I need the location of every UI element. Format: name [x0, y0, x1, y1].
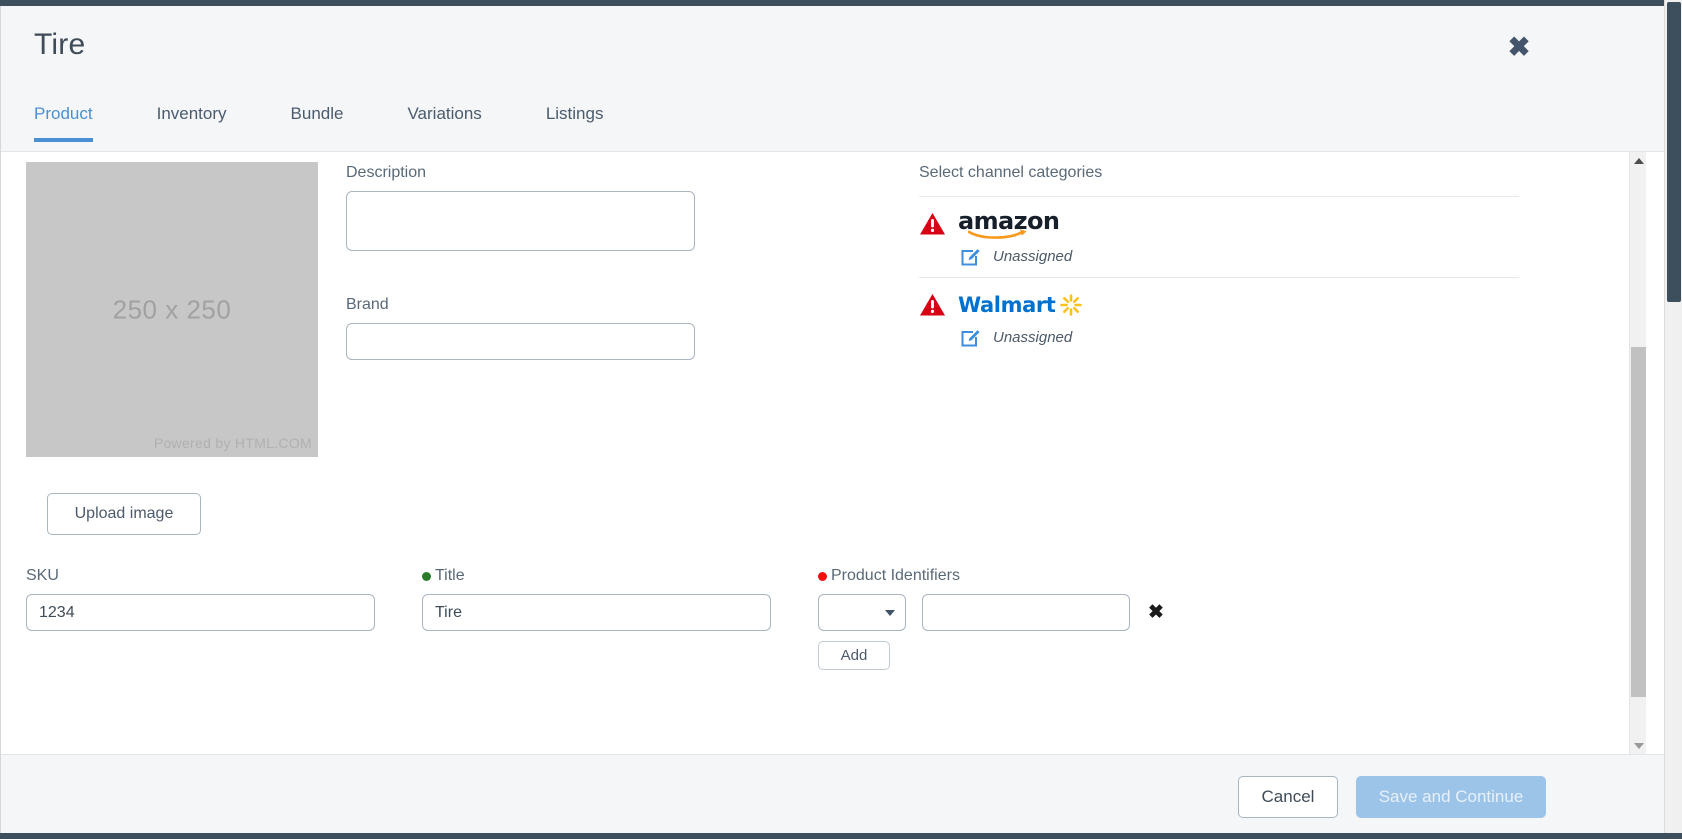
warning-triangle-icon — [920, 213, 945, 235]
title-label-row: Title — [422, 567, 771, 585]
image-placeholder-credit: Powered by HTML.COM — [153, 435, 312, 451]
channel-row-walmart: Walmart Unassigned — [919, 277, 1519, 358]
tab-variations[interactable]: Variations — [407, 90, 481, 124]
cancel-button[interactable]: Cancel — [1238, 776, 1338, 818]
modal-footer: Cancel Save and Continue — [1, 754, 1664, 839]
triangle-down-icon — [1633, 742, 1644, 749]
description-input[interactable] — [346, 191, 695, 251]
amazon-wordmark: amazon — [958, 206, 1060, 235]
channel-row-amazon: amazon Unassigned — [919, 196, 1519, 277]
upload-image-button[interactable]: Upload image — [47, 493, 201, 535]
remove-identifier-icon[interactable]: ✖ — [1148, 603, 1164, 622]
walmart-spark-icon — [1060, 294, 1083, 316]
edit-icon[interactable] — [960, 246, 981, 267]
channel-assignment-line: Unassigned — [960, 327, 1519, 348]
description-brand-column: Description Brand — [346, 164, 706, 360]
brand-input[interactable] — [346, 323, 695, 360]
form-area: 250 x 250 Powered by HTML.COM Upload ima… — [1, 152, 1646, 754]
channel-categories-heading: Select channel categories — [919, 164, 1103, 181]
scrollbar-thumb[interactable] — [1631, 347, 1646, 697]
sku-field-group: SKU — [26, 567, 375, 631]
walmart-logo: Walmart — [958, 293, 1083, 317]
channel-categories-panel: Select channel categories amazon Unassig… — [919, 164, 1519, 358]
title-label: Title — [435, 567, 465, 584]
chevron-down-icon — [885, 609, 895, 616]
product-identifier-row: ✖ — [818, 594, 1164, 631]
tab-bundle[interactable]: Bundle — [291, 90, 344, 124]
product-identifiers-group: Product Identifiers ✖ Add — [818, 567, 1164, 670]
triangle-up-icon — [1633, 157, 1644, 164]
scroll-down-arrow-icon[interactable] — [1630, 737, 1647, 754]
product-image-column: 250 x 250 Powered by HTML.COM Upload ima… — [26, 162, 318, 535]
channel-logo-line: Walmart — [919, 290, 1519, 320]
required-dot-icon — [818, 571, 827, 581]
sku-input[interactable] — [26, 594, 375, 631]
product-identifiers-label-row: Product Identifiers — [818, 567, 1164, 585]
description-label: Description — [346, 164, 427, 181]
channel-assignment-line: Unassigned — [960, 246, 1519, 267]
browser-scrollbar-thumb[interactable] — [1667, 2, 1681, 302]
identifier-type-select[interactable] — [818, 594, 906, 631]
modal-header: Tire ✖ — [1, 6, 1664, 90]
browser-bottom-strip — [0, 833, 1682, 839]
product-image-placeholder: 250 x 250 Powered by HTML.COM — [26, 162, 318, 457]
image-placeholder-label: 250 x 250 — [112, 294, 232, 324]
channel-status-walmart: Unassigned — [993, 329, 1073, 346]
page-title: Tire — [34, 28, 86, 61]
tab-listings[interactable]: Listings — [546, 90, 604, 124]
amazon-logo: amazon — [958, 206, 1060, 239]
tab-product[interactable]: Product — [34, 90, 93, 142]
identifier-value-input[interactable] — [922, 594, 1130, 631]
modal-body: 250 x 250 Powered by HTML.COM Upload ima… — [1, 152, 1664, 754]
product-modal: Tire ✖ Product Inventory Bundle Variatio… — [0, 6, 1664, 839]
scroll-up-arrow-icon[interactable] — [1630, 152, 1647, 169]
title-input[interactable] — [422, 594, 771, 631]
brand-label: Brand — [346, 296, 389, 313]
edit-icon[interactable] — [960, 327, 981, 348]
warning-triangle-icon — [920, 294, 945, 316]
channel-status-amazon: Unassigned — [993, 248, 1073, 265]
tab-inventory[interactable]: Inventory — [157, 90, 227, 124]
tab-bar: Product Inventory Bundle Variations List… — [1, 90, 1664, 152]
add-identifier-button[interactable]: Add — [818, 641, 890, 670]
modal-scrollbar[interactable] — [1629, 152, 1646, 754]
channel-logo-line: amazon — [919, 209, 1519, 239]
browser-scrollbar[interactable] — [1664, 0, 1682, 839]
sku-label: SKU — [26, 567, 59, 584]
product-identifiers-label: Product Identifiers — [831, 567, 960, 584]
walmart-wordmark: Walmart — [958, 293, 1056, 317]
app-root: Tire ✖ Product Inventory Bundle Variatio… — [0, 0, 1682, 839]
title-field-group: Title — [422, 567, 771, 631]
optional-dot-icon — [422, 571, 431, 581]
save-and-continue-button[interactable]: Save and Continue — [1356, 776, 1546, 818]
close-icon[interactable]: ✖ — [1506, 34, 1532, 61]
